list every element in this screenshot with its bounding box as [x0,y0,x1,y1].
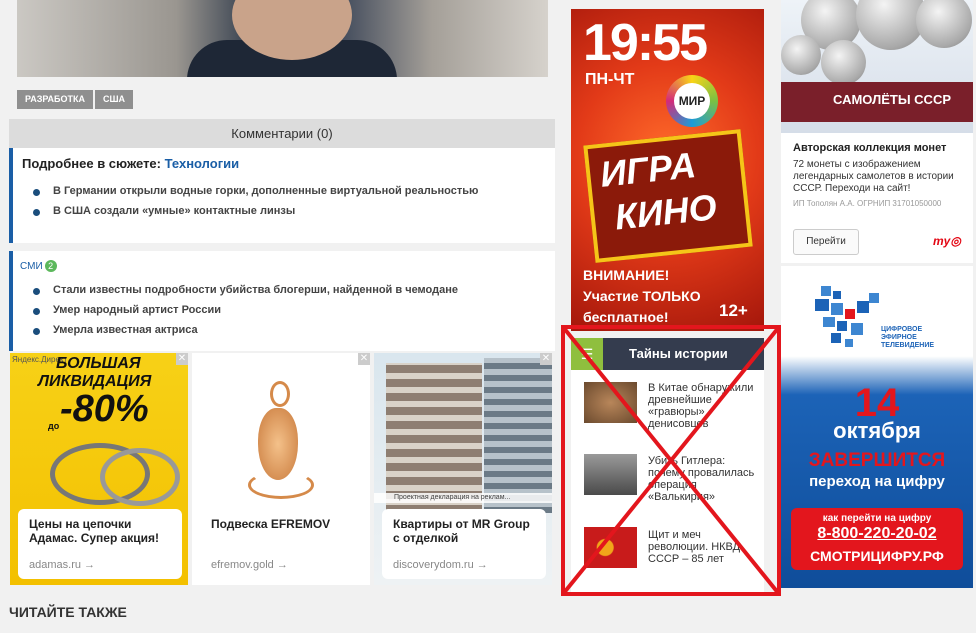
tv-digital-text: переход на цифру [809,473,945,490]
close-icon[interactable]: ✕ [358,353,370,365]
coins-banner-text: САМОЛЁТЫ СССР [833,92,952,107]
ad-card-efremov[interactable]: ✕ Подвеска EFREMOV efremov.gold → [192,353,370,585]
butterfly-logo-icon [815,286,879,347]
ad-days: ПН-ЧТ [585,71,635,88]
smi-link[interactable]: Стали известны подробности убийства блог… [31,283,458,303]
ad-promo-text: БОЛЬШАЯ [56,355,141,372]
ad-time: 19:55 [583,14,708,72]
history-thumb[interactable] [584,454,637,495]
tv-phone-link[interactable]: 8-800-220-20-02 [791,525,963,543]
ad-warning: ВНИМАНИЕ! Участие ТОЛЬКО бесплатное! [583,267,701,325]
close-icon[interactable]: ✕ [176,353,188,365]
show-logo: ИГРА КИНО [583,129,753,263]
story-link[interactable]: В Германии открыли водные горки, дополне… [31,184,478,204]
ad-card-adamas[interactable]: Яндекс.Директ БОЛЬШАЯ ЛИКВИДАЦИЯ -80% до… [10,353,188,585]
tag-usa[interactable]: США [95,90,134,109]
read-also-heading: ЧИТАЙТЕ ТАКЖЕ [9,604,127,620]
smi-link[interactable]: Умерла известная актриса [31,323,458,343]
ad-legal: ИП Тополян А.А. ОГРНИП 31701050000 [793,199,942,208]
ad-title[interactable]: Подвеска EFREMOV [211,517,356,531]
coins-image: САМОЛЁТЫ СССР [781,0,973,133]
tv-ends-text: ЗАВЕРШИТСЯ [808,450,946,471]
history-link[interactable]: Щит и меч революции. НКВД СССР – 85 лет [648,529,756,565]
digital-tv-banner[interactable]: ЦИФРОВОЕ ЭФИРНОЕ ТЕЛЕВИДЕНИЕ 14 октября … [781,266,973,588]
ad-card-mrgroup[interactable]: Проектная декларация на реклам... ✕ Квар… [374,353,552,585]
ad-title[interactable]: Квартиры от MR Group с отделкой [393,517,538,545]
smi-label[interactable]: СМИ 2 [20,260,57,272]
ad-title[interactable]: Авторская коллекция монет [793,142,946,154]
history-link[interactable]: Убить Гитлера: почему провалилась операц… [648,455,756,503]
smi-count-badge: 2 [44,260,57,272]
tv-logo-text: ЦИФРОВОЕ ЭФИРНОЕ ТЕЛЕВИДЕНИЕ [881,326,935,349]
go-button[interactable]: Перейти [793,229,859,255]
mir-logo-icon: МИР [666,75,718,127]
mir-tv-banner[interactable]: 19:55 ПН-ЧТ МИР ИГРА КИНО ВНИМАНИЕ! Учас… [571,9,764,331]
ad-description: 72 монеты с изображением легендарных сам… [793,159,954,194]
ad-domain: adamas.ru → [29,559,96,571]
comments-toggle[interactable]: Комментарии (0) [9,119,555,148]
list-icon: ☰ [571,338,603,370]
article-photo [17,0,548,77]
history-widget: ☰ Тайны истории В Китае обнаружили древн… [571,338,764,593]
tv-date-month: октября [833,418,921,443]
tv-site-link[interactable]: СМОТРИЦИФРУ.РФ [791,548,963,564]
tag-development[interactable]: РАЗРАБОТКА [17,90,94,109]
age-rating: 12+ [719,301,748,320]
ad-legal-label: Проектная декларация на реклам... [374,493,552,503]
ad-domain: efremov.gold → [211,559,288,571]
widget-title: Тайны истории [629,346,728,361]
coins-ad[interactable]: САМОЛЁТЫ СССР Авторская коллекция монет … [781,0,973,263]
close-icon[interactable]: ✕ [540,353,552,365]
ad-discount-prefix: до [48,421,60,431]
ad-title[interactable]: Цены на цепочки Адамас. Супер акция! [29,517,174,545]
tv-how-text: как перейти на цифру [822,513,932,524]
ad-domain: discoverydom.ru → [393,559,488,571]
ad-discount: -80% [60,388,149,430]
history-thumb[interactable] [584,527,637,568]
history-thumb[interactable] [584,382,637,423]
story-topic-link[interactable]: Технологии [165,156,239,171]
smi-link[interactable]: Умер народный артист России [31,303,458,323]
smi-block: СМИ 2 Стали известны подробности убийства… [9,251,555,351]
story-link[interactable]: В США создали «умные» контактные линзы [31,204,478,224]
story-heading: Подробнее в сюжете: Технологии [22,156,240,171]
story-block: Подробнее в сюжете: Технологии В Германи… [9,148,555,243]
history-link[interactable]: В Китае обнаружили древнейшие «гравюры» … [648,382,756,430]
mytarget-logo-icon: my◎ [933,234,961,248]
tv-contact-box[interactable]: как перейти на цифру 8-800-220-20-02 СМО… [791,508,963,570]
